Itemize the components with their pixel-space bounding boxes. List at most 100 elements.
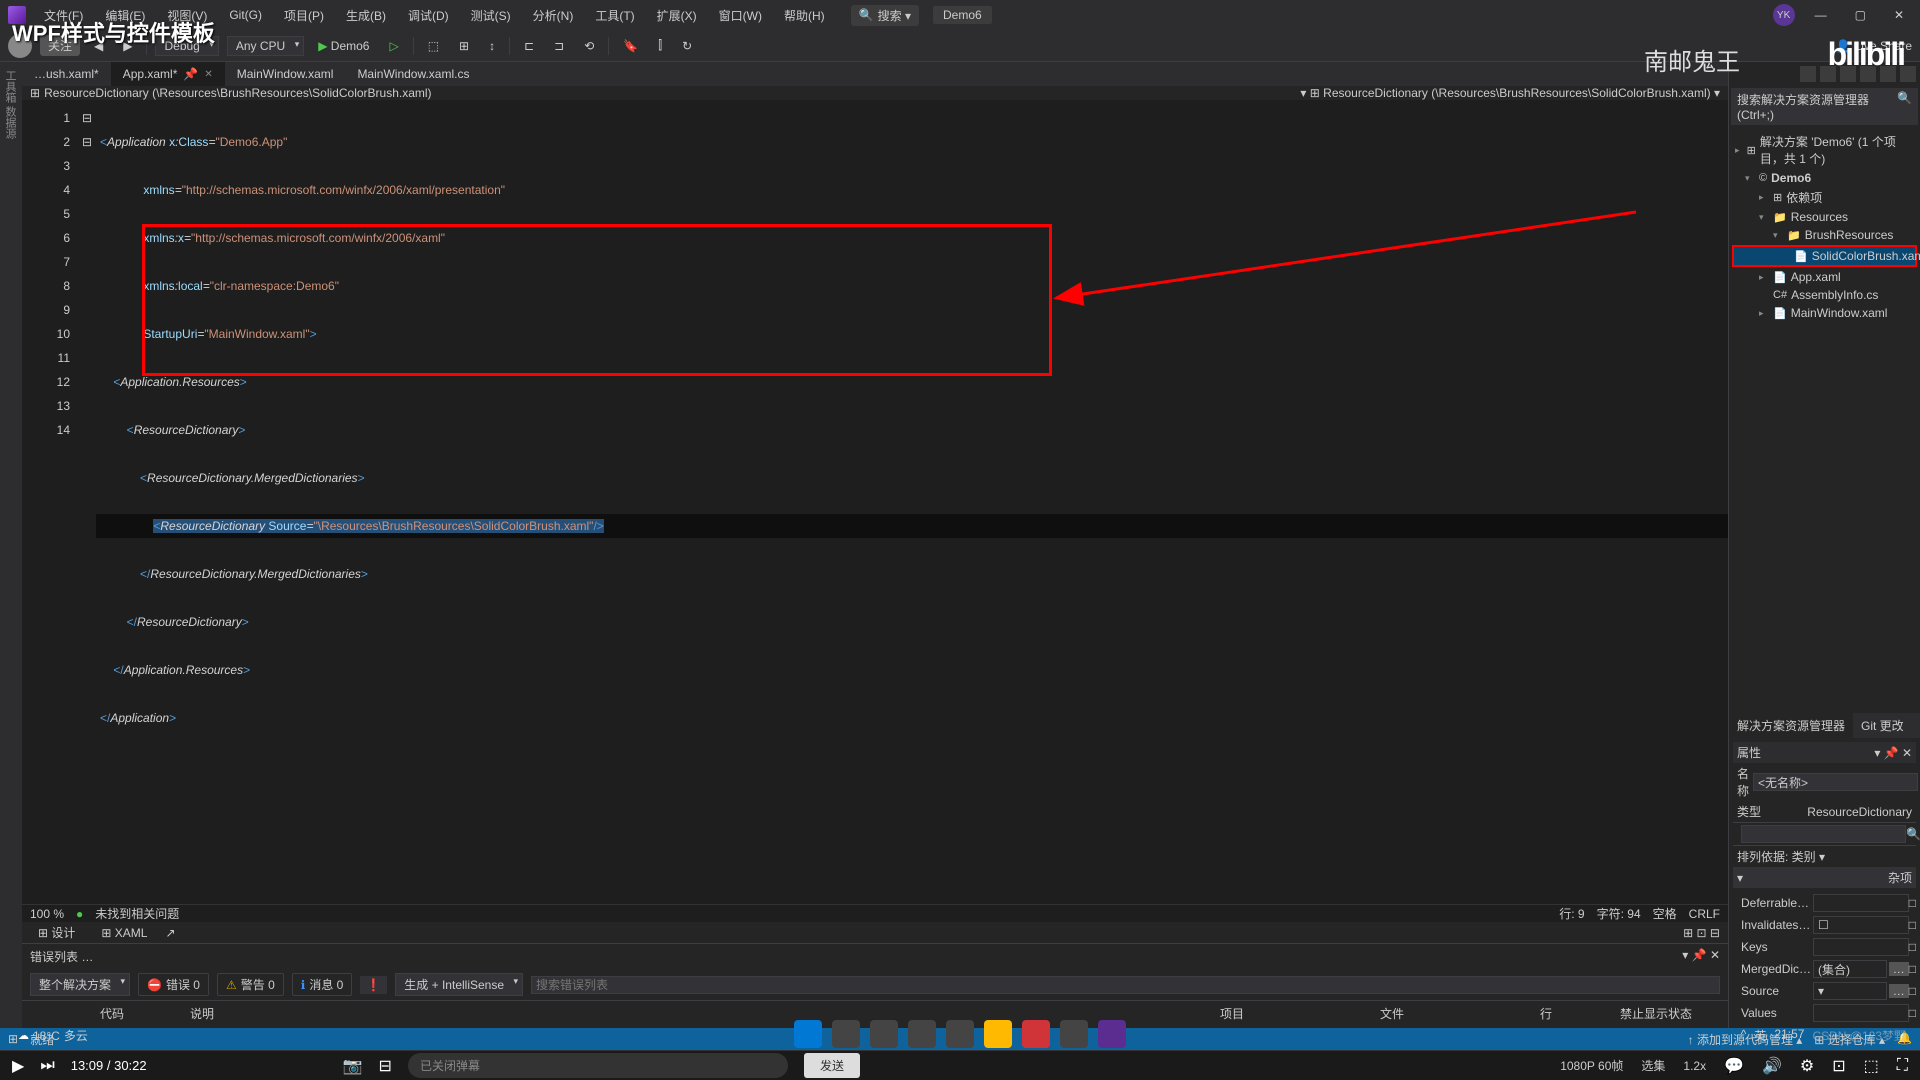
prop-row: DeferrableC…□	[1733, 892, 1916, 914]
prop-row: Source▾…□	[1733, 980, 1916, 1002]
home-icon[interactable]	[1800, 66, 1816, 82]
play-button[interactable]: ▶	[12, 1056, 24, 1076]
app-icon[interactable]	[946, 1020, 974, 1048]
search-icon[interactable]	[832, 1020, 860, 1048]
prop-row: Keys□	[1733, 936, 1916, 958]
breadcrumb[interactable]: ⊞ResourceDictionary (\Resources\BrushRes…	[22, 86, 1728, 100]
split-icon[interactable]: ⊞ ⊡ ⊟	[1683, 926, 1720, 940]
menu-analyze[interactable]: 分析(N)	[529, 5, 578, 26]
powerpoint-icon[interactable]	[1022, 1020, 1050, 1048]
menu-project[interactable]: 项目(P)	[280, 5, 328, 26]
explorer-icon[interactable]	[984, 1020, 1012, 1048]
titlebar-search[interactable]: 🔍搜索 ▾	[851, 5, 919, 26]
fullscreen-icon[interactable]: ⛶	[1897, 1057, 1908, 1075]
volume-icon[interactable]: 🔊	[1762, 1056, 1782, 1076]
tab-git-changes[interactable]: Git 更改	[1853, 713, 1912, 738]
video-time: 13:09 / 30:22	[71, 1058, 147, 1073]
toolbar-icon[interactable]: ⊞	[453, 36, 475, 56]
pin-icon[interactable]: 📌	[183, 67, 198, 81]
speed-button[interactable]: 1.2x	[1683, 1059, 1706, 1073]
send-button[interactable]: 发送	[804, 1053, 860, 1078]
toolbar-icon[interactable]: ⫿	[652, 35, 668, 56]
taskview-icon[interactable]	[870, 1020, 898, 1048]
close-icon[interactable]: ✕	[204, 69, 212, 80]
subtitle-icon[interactable]: 💬	[1724, 1056, 1744, 1076]
error-count[interactable]: ⛔错误 0	[138, 973, 209, 996]
vs-icon[interactable]	[1098, 1020, 1126, 1048]
project-name-tag[interactable]: Demo6	[933, 6, 992, 24]
pin-icon[interactable]: 📌	[1692, 948, 1707, 962]
menu-build[interactable]: 生成(B)	[342, 5, 390, 26]
prop-row: InvalidatesI…☐□	[1733, 914, 1916, 936]
danmu-input[interactable]: 已关闭弹幕	[408, 1053, 788, 1078]
menu-window[interactable]: 窗口(W)	[715, 5, 766, 26]
app-icon[interactable]	[1060, 1020, 1088, 1048]
tab-mainwindow-cs[interactable]: MainWindow.xaml.cs	[345, 62, 481, 86]
solution-search[interactable]: 搜索解决方案资源管理器(Ctrl+;)🔍	[1731, 88, 1918, 125]
toolbar-icon[interactable]: 🔖	[617, 36, 644, 56]
tree-project: ▾©Demo6	[1731, 169, 1918, 187]
popout-icon[interactable]: ↗	[165, 926, 175, 940]
ellipsis-button[interactable]: …	[1889, 984, 1909, 998]
menu-test[interactable]: 测试(S)	[467, 5, 515, 26]
tree-mainwindow: ▸📄MainWindow.xaml	[1731, 304, 1918, 322]
tree-deps: ▸⊞依赖项	[1731, 187, 1918, 208]
widescreen-icon[interactable]: ⬚	[1864, 1056, 1879, 1076]
danmu-toggle-icon[interactable]: ⊟	[379, 1056, 392, 1076]
close-button[interactable]: ✕	[1886, 4, 1912, 26]
menu-help[interactable]: 帮助(H)	[780, 5, 829, 26]
minimize-button[interactable]: —	[1807, 4, 1835, 26]
error-search-input[interactable]	[531, 976, 1720, 994]
search-icon[interactable]: 🔍	[1906, 827, 1920, 841]
code-content[interactable]: <Application x:Class="Demo6.App" xmlns="…	[96, 100, 1728, 904]
close-icon[interactable]: ✕	[1710, 948, 1720, 962]
menu-extensions[interactable]: 扩展(X)	[653, 5, 701, 26]
pip-icon[interactable]: ⊡	[1832, 1056, 1845, 1076]
tab-solidcolorbrush[interactable]: …ush.xaml*	[22, 62, 111, 86]
code-editor[interactable]: 1234567891011121314 ⊟⊟ <Application x:Cl…	[22, 100, 1728, 904]
menu-debug[interactable]: 调试(D)	[404, 5, 453, 26]
ellipsis-button[interactable]: …	[1889, 962, 1909, 976]
toolbar-icon[interactable]: ⊏	[518, 36, 540, 56]
designer-tabs: ⊞ 设计 ⊞ XAML ↗ ⊞ ⊡ ⊟	[22, 922, 1728, 943]
menu-git[interactable]: Git(G)	[225, 6, 266, 24]
taskbar-weather[interactable]: ☁ 18°C 多云	[18, 1027, 88, 1044]
dropdown-icon[interactable]: ▾	[1682, 948, 1688, 962]
tab-app-xaml[interactable]: App.xaml*📌✕	[111, 62, 225, 86]
toolbar-icon[interactable]: ↕	[483, 36, 501, 56]
episodes-button[interactable]: 选集	[1641, 1057, 1665, 1074]
message-count[interactable]: ℹ消息 0	[292, 973, 353, 996]
toolbar-icon[interactable]: ⟲	[578, 36, 600, 56]
app-icon[interactable]	[908, 1020, 936, 1048]
prop-name-input[interactable]	[1753, 773, 1918, 791]
start-debug-button[interactable]: ▶ Demo6	[312, 36, 375, 56]
tab-solution-explorer[interactable]: 解决方案资源管理器	[1729, 713, 1853, 738]
tab-mainwindow-xaml[interactable]: MainWindow.xaml	[225, 62, 346, 86]
quality-button[interactable]: 1080P 60帧	[1560, 1057, 1623, 1074]
start-icon[interactable]	[794, 1020, 822, 1048]
error-source-dropdown[interactable]: 生成 + IntelliSense	[395, 973, 523, 996]
start-nodebug-button[interactable]: ▷	[383, 36, 404, 56]
prop-search-input[interactable]	[1741, 825, 1906, 843]
next-button[interactable]: ⏭	[40, 1057, 54, 1075]
error-filter-button[interactable]: ❗	[360, 976, 387, 994]
maximize-button[interactable]: ▢	[1847, 4, 1874, 26]
tab-xaml[interactable]: ⊞ XAML	[93, 924, 155, 942]
toolbar-icon[interactable]: ⬚	[422, 36, 445, 56]
platform-dropdown[interactable]: Any CPU	[227, 36, 304, 56]
toolbar-icon[interactable]: ↻	[676, 36, 698, 56]
tree-assemblyinfo: C#AssemblyInfo.cs	[1731, 286, 1918, 304]
settings-icon[interactable]: ⚙	[1800, 1056, 1814, 1076]
fold-gutter[interactable]: ⊟⊟	[82, 100, 96, 904]
error-scope-dropdown[interactable]: 整个解决方案	[30, 973, 130, 996]
warning-count[interactable]: ⚠警告 0	[217, 973, 284, 996]
menu-tools[interactable]: 工具(T)	[591, 5, 638, 26]
tab-design[interactable]: ⊞ 设计	[30, 922, 83, 943]
system-tray[interactable]: ^英21:57CSDN @123梦野	[1741, 1027, 1906, 1044]
camera-icon[interactable]: 📷	[343, 1056, 363, 1076]
solution-tree[interactable]: ▸⊞解决方案 'Demo6' (1 个项目，共 1 个) ▾©Demo6 ▸⊞依…	[1729, 127, 1920, 713]
user-avatar[interactable]: YK	[1773, 4, 1795, 26]
left-dock-tabs[interactable]: 工具箱 数据源	[0, 62, 22, 1028]
prop-sort[interactable]: 排列依据: 类别 ▾	[1737, 848, 1825, 865]
toolbar-icon[interactable]: ⊐	[548, 36, 570, 56]
